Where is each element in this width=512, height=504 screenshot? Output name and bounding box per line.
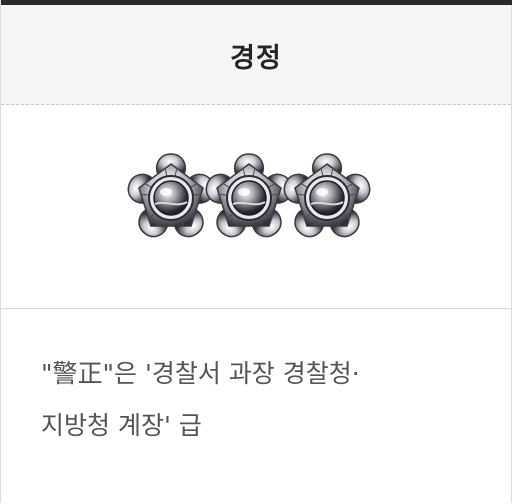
insignia-area — [1, 105, 511, 309]
three-blossom-insignia-icon — [126, 153, 375, 244]
rank-card: 경정 "警正"은 '경찰서 과장 경찰청· 지방청 계장' 급 — [0, 0, 512, 503]
rank-title: 경정 — [230, 43, 282, 74]
rank-description: "警正"은 '경찰서 과장 경찰청· 지방청 계장' 급 — [41, 359, 360, 440]
rank-header: 경정 — [1, 5, 511, 105]
